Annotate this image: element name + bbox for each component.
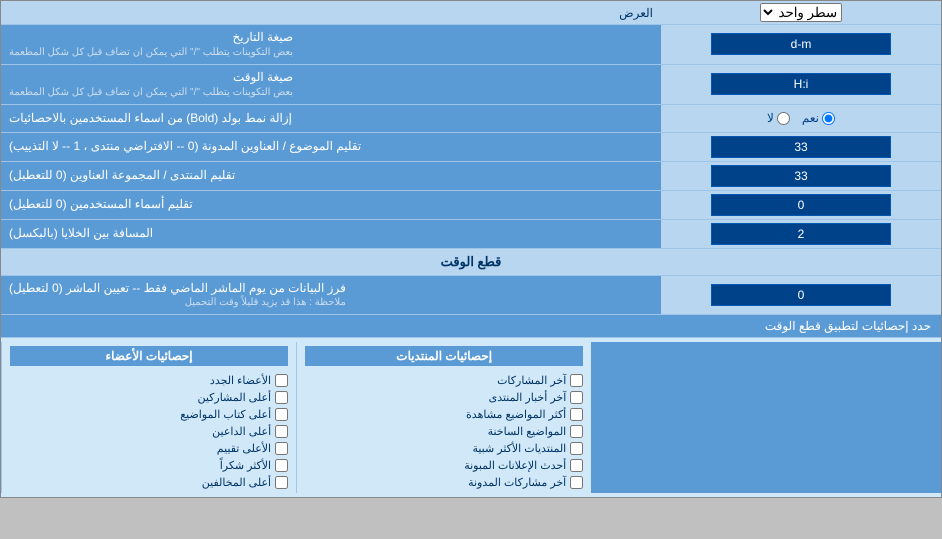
forum-stats-col: إحصائيات المنتديات آخر المشاركات آخر أخب… [296,342,591,493]
cb-hot-topics[interactable] [570,425,583,438]
member-stats-col: إحصائيات الأعضاء الأعضاء الجدد أعلى المش… [1,342,296,493]
cell-gap-row: المسافة بين الخلايا (بالبكسل) [1,220,941,249]
cb-most-similar[interactable] [570,442,583,455]
time-format-input-container [661,65,941,104]
member-stats-header: إحصائيات الأعضاء [10,346,288,366]
cut-time-label: فرز البيانات من يوم الماشر الماضي فقط --… [1,276,661,315]
radio-yes-label[interactable]: نعم [802,111,835,125]
bold-remove-row: إزالة نمط بولد (Bold) من اسماء المستخدمي… [1,105,941,133]
cb-latest-announcements[interactable] [570,459,583,472]
stats-label: حدد إحصائيات لتطبيق قطع الوقت [765,319,931,333]
display-label: العرض [1,3,661,23]
cb-top-topic-writers[interactable] [275,408,288,421]
checkbox-item: الأعلى تقييم [10,442,288,455]
cb-last-posts[interactable] [570,374,583,387]
radio-no[interactable] [777,112,790,125]
cell-gap-input[interactable] [711,223,891,245]
checkbox-item: أحدث الإعلانات المبونة [305,459,583,472]
checkbox-item: الأكثر شكراً [10,459,288,472]
checkbox-item: المواضيع الساخنة [305,425,583,438]
cut-time-input[interactable] [711,284,891,306]
cb-top-inviters[interactable] [275,425,288,438]
cut-time-section-header: قطع الوقت [1,249,941,276]
checkbox-item: أعلى المشاركين [10,391,288,404]
stats-label-row: حدد إحصائيات لتطبيق قطع الوقت [1,315,941,338]
bold-remove-label: إزالة نمط بولد (Bold) من اسماء المستخدمي… [1,105,661,132]
topic-address-input[interactable] [711,136,891,158]
time-format-row: صيغة الوقت بعض التكوينات يتطلب "/" التي … [1,65,941,105]
date-format-input[interactable] [711,33,891,55]
stats-right-label-col [591,342,941,493]
cb-last-blog-posts[interactable] [570,476,583,489]
cb-top-posters[interactable] [275,391,288,404]
forum-address-label: تقليم المنتدى / المجموعة العناوين (0 للت… [1,162,661,190]
cb-top-rated[interactable] [275,442,288,455]
date-format-label: صيغة التاريخ بعض التكوينات يتطلب "/" الت… [1,25,661,64]
bold-remove-radio-group: نعم لا [767,111,835,125]
checkbox-item: آخر مشاركات المدونة [305,476,583,489]
cb-new-members[interactable] [275,374,288,387]
checkbox-item: أعلى الداعين [10,425,288,438]
forum-address-row: تقليم المنتدى / المجموعة العناوين (0 للت… [1,162,941,191]
checkbox-item: آخر المشاركات [305,374,583,387]
checkbox-item: أكثر المواضيع مشاهدة [305,408,583,421]
bold-remove-input-container: نعم لا [661,105,941,132]
date-format-input-container [661,25,941,64]
cell-gap-input-container [661,220,941,248]
cut-time-input-container [661,276,941,315]
checkbox-item: أعلى المخالفين [10,476,288,489]
topic-address-label: تقليم الموضوع / العناوين المدونة (0 -- ا… [1,133,661,161]
time-format-label: صيغة الوقت بعض التكوينات يتطلب "/" التي … [1,65,661,104]
cb-last-news[interactable] [570,391,583,404]
user-names-input-container [661,191,941,219]
cb-top-violators[interactable] [275,476,288,489]
cell-gap-label: المسافة بين الخلايا (بالبكسل) [1,220,661,248]
forum-address-input-container [661,162,941,190]
forum-address-input[interactable] [711,165,891,187]
user-names-row: تقليم أسماء المستخدمين (0 للتعطيل) [1,191,941,220]
checkboxes-grid: إحصائيات المنتديات آخر المشاركات آخر أخب… [1,338,941,497]
radio-yes[interactable] [822,112,835,125]
topic-address-input-container [661,133,941,161]
cb-most-viewed[interactable] [570,408,583,421]
checkbox-item: الأعضاء الجدد [10,374,288,387]
user-names-input[interactable] [711,194,891,216]
display-select-container: سطر واحدسطرينثلاثة أسطر [661,1,941,24]
topic-address-row: تقليم الموضوع / العناوين المدونة (0 -- ا… [1,133,941,162]
display-select[interactable]: سطر واحدسطرينثلاثة أسطر [760,3,842,22]
checkbox-item: أعلى كتاب المواضيع [10,408,288,421]
cut-time-row: فرز البيانات من يوم الماشر الماضي فقط --… [1,276,941,316]
date-format-row: صيغة التاريخ بعض التكوينات يتطلب "/" الت… [1,25,941,65]
checkbox-item: آخر أخبار المنتدى [305,391,583,404]
time-format-input[interactable] [711,73,891,95]
radio-no-label[interactable]: لا [767,111,790,125]
checkbox-item: المنتديات الأكثر شبية [305,442,583,455]
forum-stats-header: إحصائيات المنتديات [305,346,583,366]
user-names-label: تقليم أسماء المستخدمين (0 للتعطيل) [1,191,661,219]
cb-most-thanked[interactable] [275,459,288,472]
